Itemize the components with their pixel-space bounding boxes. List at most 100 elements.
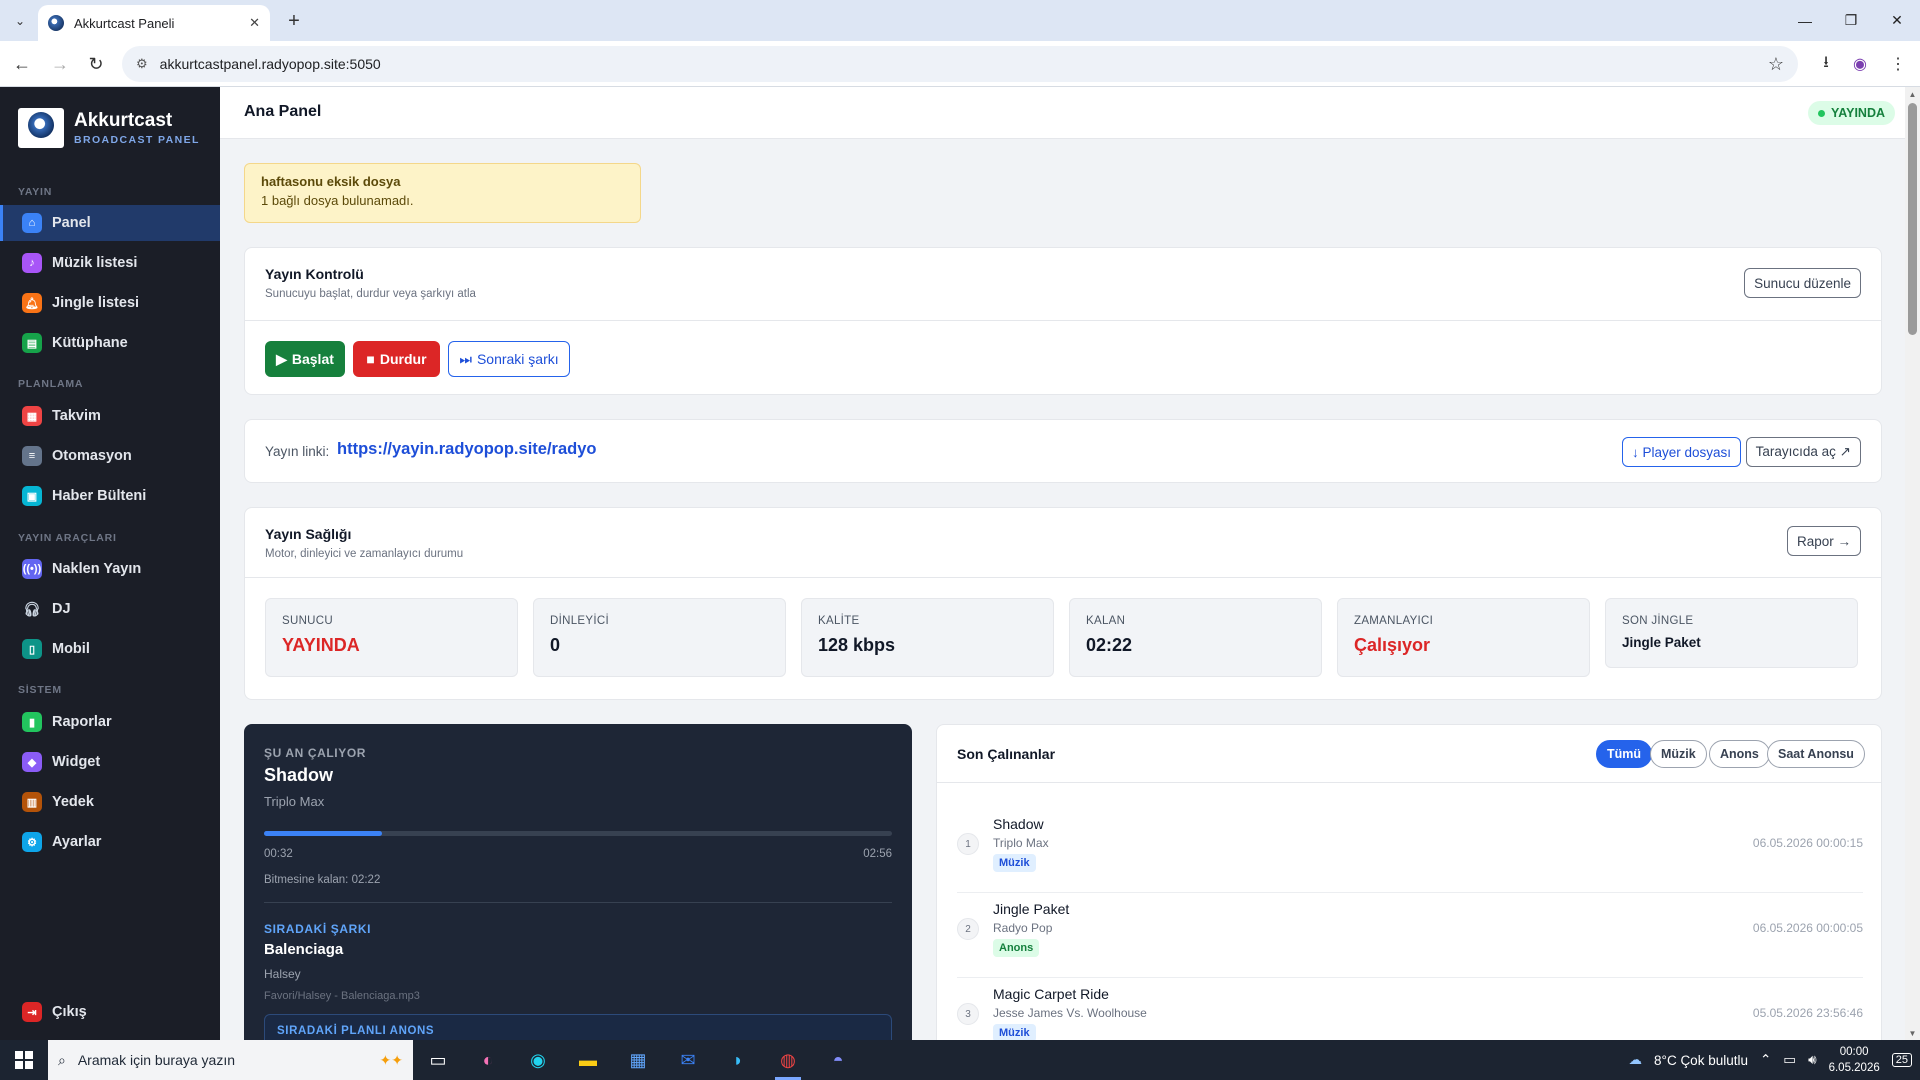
stat-label: DİNLEYİCİ xyxy=(550,615,609,627)
list-item[interactable]: 3 Magic Carpet Ride Jesse James Vs. Wool… xyxy=(957,979,1863,1040)
network-icon[interactable]: ▭ xyxy=(1783,1052,1796,1068)
sidebar-item-haber[interactable]: ▣ Haber Bülteni xyxy=(0,478,220,514)
section-label-yayin: YAYIN xyxy=(18,186,53,198)
chrome-icon[interactable]: ◍ xyxy=(763,1040,813,1080)
sidebar-item-label: Mobil xyxy=(52,641,90,657)
report-button[interactable]: Rapor → xyxy=(1786,526,1861,556)
row-title: Magic Carpet Ride xyxy=(993,986,1109,1002)
card-divider xyxy=(245,577,1881,578)
card-subtitle: Motor, dinleyici ve zamanlayıcı durumu xyxy=(265,548,464,560)
skip-next-icon: ⏭ xyxy=(459,350,472,367)
start-button-label: Başlat xyxy=(291,351,334,367)
broadcast-icon: ((•)) xyxy=(22,559,42,579)
stream-link[interactable]: https://yayin.radyopop.site/radyo xyxy=(337,440,596,459)
site-settings-icon[interactable]: ⚙ xyxy=(136,56,148,72)
profile-icon[interactable]: ◉ xyxy=(1848,52,1872,76)
edge-browser-icon[interactable]: ◉ xyxy=(513,1040,563,1080)
reload-icon[interactable]: ↻ xyxy=(84,52,108,76)
stop-button[interactable]: ■ Durdur xyxy=(353,341,440,377)
sidebar-item-naklen[interactable]: ((•)) Naklen Yayın xyxy=(0,551,220,587)
windows-taskbar: ⌕ Aramak için buraya yazın ✦✦ ▭ ◐ ◉ ▬ ▦ … xyxy=(0,1040,1920,1080)
back-arrow-icon[interactable]: ← xyxy=(10,52,34,76)
scroll-down-arrow-icon[interactable]: ▼ xyxy=(1905,1026,1920,1040)
clock[interactable]: 00:00 6.05.2026 xyxy=(1829,1044,1880,1076)
new-tab-plus-icon[interactable]: + xyxy=(282,9,306,33)
forward-arrow-icon[interactable]: → xyxy=(48,52,72,76)
brand[interactable]: Akkurtcast BROADCAST PANEL xyxy=(18,108,200,148)
docker-icon[interactable]: ◗ xyxy=(713,1040,763,1080)
planned-announcement-box: SIRADAKİ PLANLI ANONS xyxy=(264,1014,892,1040)
sidebar-item-otomasyon[interactable]: ≡ Otomasyon xyxy=(0,438,220,474)
stream-link-card: Yayın linki: https://yayin.radyopop.site… xyxy=(244,419,1882,483)
stat-label: SUNUCU xyxy=(282,615,333,627)
sidebar-item-dj[interactable]: 🎧︎ DJ xyxy=(0,591,220,627)
tab-list-chevron-icon[interactable]: ⌄ xyxy=(8,9,32,33)
sidebar-item-raporlar[interactable]: ▮ Raporlar xyxy=(0,704,220,740)
mail-icon[interactable]: ✉ xyxy=(663,1040,713,1080)
total-duration: 02:56 xyxy=(863,848,892,860)
filter-music-button[interactable]: Müzik xyxy=(1650,740,1707,768)
notification-count-badge[interactable]: 25 xyxy=(1891,1053,1912,1067)
tab-close-icon[interactable]: ✕ xyxy=(249,15,260,31)
sidebar-item-muzik[interactable]: ♪ Müzik listesi xyxy=(0,245,220,281)
url-text[interactable]: akkurtcastpanel.radyopop.site:5050 xyxy=(160,56,1756,72)
sidebar-item-panel[interactable]: ⌂ Panel xyxy=(0,205,220,241)
volume-icon[interactable]: 🔊︎ xyxy=(1808,1052,1817,1068)
open-in-browser-button[interactable]: Tarayıcıda aç ↗ xyxy=(1745,437,1861,467)
sidebar-item-cikis[interactable]: ⇥ Çıkış xyxy=(0,994,220,1030)
stat-label: KALAN xyxy=(1086,615,1126,627)
search-highlight-icon: ✦✦ xyxy=(379,1051,403,1068)
stat-server: SUNUCU YAYINDA xyxy=(265,598,518,677)
weather-text[interactable]: 8°C Çok bulutlu xyxy=(1654,1053,1748,1068)
filter-time-announcement-button[interactable]: Saat Anonsu xyxy=(1767,740,1865,768)
address-bar[interactable]: ⚙ akkurtcastpanel.radyopop.site:5050 ☆ xyxy=(122,46,1798,82)
download-icon[interactable]: ⭳ xyxy=(1814,52,1838,76)
sidebar-item-takvim[interactable]: ▦ Takvim xyxy=(0,398,220,434)
windows-start-icon[interactable] xyxy=(0,1040,48,1080)
player-file-button[interactable]: ↓ Player dosyası xyxy=(1621,437,1741,467)
progress-bar[interactable] xyxy=(264,831,892,836)
sidebar-item-mobil[interactable]: ▯ Mobil xyxy=(0,631,220,667)
next-song-label: SIRADAKİ ŞARKI xyxy=(264,922,372,936)
list-item[interactable]: 1 Shadow Triplo Max Müzik 06.05.2026 00:… xyxy=(957,809,1863,893)
filter-announcement-button[interactable]: Anons xyxy=(1709,740,1770,768)
card-divider xyxy=(937,782,1881,783)
stat-last-jingle: SON JİNGLE Jingle Paket xyxy=(1605,598,1858,668)
bookmark-star-icon[interactable]: ☆ xyxy=(1768,54,1784,75)
section-label-planlama: PLANLAMA xyxy=(18,378,84,390)
list-item[interactable]: 2 Jingle Paket Radyo Pop Anons 06.05.202… xyxy=(957,894,1863,978)
sidebar-item-yedek[interactable]: ▥ Yedek xyxy=(0,784,220,820)
minimize-icon[interactable]: — xyxy=(1782,0,1828,41)
clock-date: 6.05.2026 xyxy=(1828,1062,1880,1074)
elapsed-time: 00:32 xyxy=(264,848,293,860)
sidebar-item-ayarlar[interactable]: ⚙ Ayarlar xyxy=(0,824,220,860)
restore-icon[interactable]: ❐ xyxy=(1828,0,1874,41)
page-scrollbar[interactable]: ▲ ▼ xyxy=(1905,87,1920,1040)
now-playing-label: ŞU AN ÇALIYOR xyxy=(264,746,367,760)
taskbar-search-input[interactable]: ⌕ Aramak için buraya yazın ✦✦ xyxy=(48,1040,413,1080)
bell-icon: 🔔︎ xyxy=(22,293,42,313)
row-title: Shadow xyxy=(993,816,1044,832)
row-timestamp: 05.05.2026 23:56:46 xyxy=(1752,1006,1863,1020)
store-icon[interactable]: ▦ xyxy=(613,1040,663,1080)
app-icon[interactable]: ◓ xyxy=(813,1040,863,1080)
file-explorer-icon[interactable]: ▬ xyxy=(563,1040,613,1080)
close-window-icon[interactable]: ✕ xyxy=(1874,0,1920,41)
edit-server-button[interactable]: Sunucu düzenle xyxy=(1744,268,1861,298)
tray-chevron-icon[interactable]: ⌃ xyxy=(1760,1052,1771,1068)
next-song-button[interactable]: ⏭ Sonraki şarkı xyxy=(448,341,570,377)
stat-value: 128 kbps xyxy=(818,635,896,655)
type-badge: Müzik xyxy=(993,1024,1036,1040)
sidebar-item-kutuphane[interactable]: ▤ Kütüphane xyxy=(0,325,220,361)
menu-kebab-icon[interactable]: ⋮ xyxy=(1886,52,1910,76)
scrollbar-thumb[interactable] xyxy=(1908,103,1917,335)
scroll-up-arrow-icon[interactable]: ▲ xyxy=(1905,87,1920,101)
start-button[interactable]: ▶ Başlat xyxy=(265,341,345,377)
sidebar-item-jingle[interactable]: 🔔︎ Jingle listesi xyxy=(0,285,220,321)
filter-all-button[interactable]: Tümü xyxy=(1596,740,1653,768)
browser-tab[interactable]: Akkurtcast Paneli ✕ xyxy=(38,5,270,41)
recently-played-card: Son Çalınanlar Tümü Müzik Anons Saat Ano… xyxy=(936,724,1882,1040)
sidebar-item-widget[interactable]: ◆ Widget xyxy=(0,744,220,780)
task-view-icon[interactable]: ▭ xyxy=(413,1040,463,1080)
copilot-icon[interactable]: ◐ xyxy=(463,1040,513,1080)
